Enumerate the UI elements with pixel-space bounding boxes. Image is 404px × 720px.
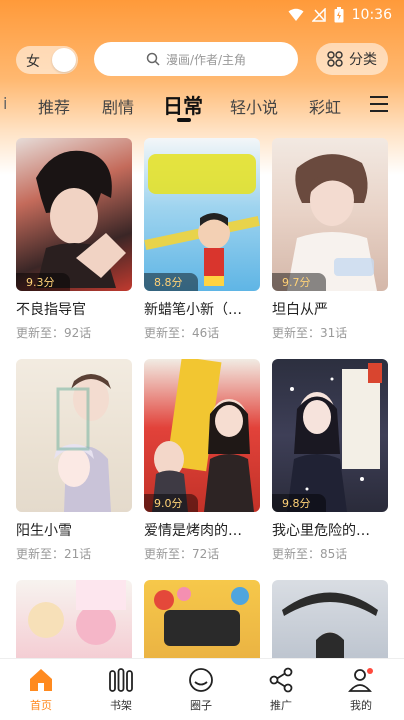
comic-cover[interactable]: 8.8分 (144, 138, 260, 291)
comic-title: 坦白从严 (272, 302, 328, 318)
battery-icon (334, 7, 344, 23)
nav-home-label: 首页 (30, 699, 52, 712)
circle-icon (189, 668, 213, 692)
comic-title: 爱情是烤肉的… (144, 523, 242, 539)
cover-art (287, 363, 382, 512)
tab-light-novel[interactable]: 轻小说 (230, 94, 278, 118)
bookshelf-icon (109, 668, 133, 692)
cover-art (154, 587, 249, 646)
gender-toggle[interactable]: 女 (16, 46, 78, 74)
comic-card[interactable]: 9.7分 坦白从严 更新至：31话 (272, 138, 388, 341)
comic-cover[interactable] (16, 359, 132, 512)
category-tabs: i 推荐 剧情 日常 轻小说 彩虹 (0, 86, 404, 126)
top-toolbar: 女 漫画/作者/主角 分类 (0, 40, 404, 80)
tab-drama[interactable]: 剧情 (102, 94, 134, 118)
user-icon (348, 668, 373, 692)
status-time: 10:36 (351, 7, 392, 23)
nav-bookshelf-label: 书架 (110, 699, 132, 712)
gender-toggle-label: 女 (26, 54, 40, 70)
category-button[interactable]: 分类 (316, 43, 388, 75)
score-badge: 9.8分 (272, 494, 326, 512)
wifi-icon (288, 8, 304, 21)
cover-art (28, 580, 126, 645)
tab-daily[interactable]: 日常 (163, 90, 203, 119)
comic-card[interactable]: 9.8分 我心里危险的… 更新至：85话 (272, 359, 388, 562)
comic-cover[interactable]: 9.3分 (16, 138, 132, 291)
active-tab-indicator (177, 118, 191, 122)
comic-card[interactable]: 9.3分 不良指导官 更新至：92话 (16, 138, 132, 341)
score-badge: 9.7分 (272, 273, 326, 291)
tab-rainbow[interactable]: 彩虹 (309, 94, 341, 118)
share-icon (269, 667, 293, 693)
comic-cover[interactable]: 9.8分 (272, 359, 388, 512)
tab-partial[interactable]: i (3, 94, 7, 113)
comic-title: 我心里危险的… (272, 523, 370, 539)
bottom-navigation: 首页 书架 圈子 推广 我的 (0, 658, 404, 720)
home-icon (30, 669, 52, 691)
comic-update: 更新至：92话 (16, 326, 92, 340)
search-icon (146, 52, 160, 66)
comic-title: 阳生小雪 (16, 523, 72, 539)
status-bar: 10:36 (0, 0, 404, 30)
nav-profile-label: 我的 (350, 699, 372, 712)
nav-circle[interactable]: 圈子 (166, 665, 236, 713)
score-badge: 8.8分 (144, 273, 198, 291)
cover-art (36, 150, 126, 288)
comic-title: 新蜡笔小新（… (144, 302, 242, 318)
comic-update: 更新至：21话 (16, 547, 92, 561)
menu-icon[interactable] (370, 96, 388, 112)
comic-update: 更新至：31话 (272, 326, 348, 340)
comic-update: 更新至：72话 (144, 547, 220, 561)
nav-profile[interactable]: 我的 (326, 665, 396, 713)
nav-home[interactable]: 首页 (6, 665, 76, 713)
comic-grid: 9.3分 不良指导官 更新至：92话 8.8分 新蜡笔小新（… 更新至：46话 (0, 138, 404, 658)
comic-update: 更新至：85话 (272, 547, 348, 561)
category-label: 分类 (349, 52, 377, 68)
cover-art (287, 154, 377, 291)
comic-cover[interactable]: 9.0分 (144, 359, 260, 512)
toggle-knob (52, 48, 76, 72)
comic-cover[interactable] (272, 580, 388, 658)
cover-art (144, 154, 260, 286)
nav-circle-label: 圈子 (190, 699, 212, 712)
comic-card[interactable] (16, 580, 132, 658)
comic-cover[interactable] (144, 580, 260, 658)
comic-card[interactable]: 8.8分 新蜡笔小新（… 更新至：46话 (144, 138, 260, 341)
score-badge: 9.0分 (144, 494, 198, 512)
score-badge: 9.3分 (16, 273, 70, 291)
tab-recommend[interactable]: 推荐 (38, 94, 70, 118)
grid-icon (327, 51, 343, 67)
search-placeholder: 漫画/作者/主角 (165, 52, 247, 67)
comic-card[interactable]: 9.0分 爱情是烤肉的… 更新至：72话 (144, 359, 260, 562)
nav-bookshelf[interactable]: 书架 (86, 665, 156, 713)
comic-card[interactable] (144, 580, 260, 658)
comic-card[interactable] (272, 580, 388, 658)
comic-cover[interactable]: 9.7分 (272, 138, 388, 291)
cover-art (282, 592, 378, 658)
comic-cover[interactable] (16, 580, 132, 658)
comic-title: 不良指导官 (16, 302, 86, 318)
cover-art (152, 359, 254, 512)
nav-promote[interactable]: 推广 (246, 665, 316, 713)
search-input[interactable]: 漫画/作者/主角 (94, 42, 298, 76)
comic-card[interactable]: 阳生小雪 更新至：21话 (16, 359, 132, 562)
signal-icon (311, 8, 326, 22)
comic-update: 更新至：46话 (144, 326, 220, 340)
nav-promote-label: 推广 (270, 699, 292, 712)
cover-art (16, 359, 132, 512)
